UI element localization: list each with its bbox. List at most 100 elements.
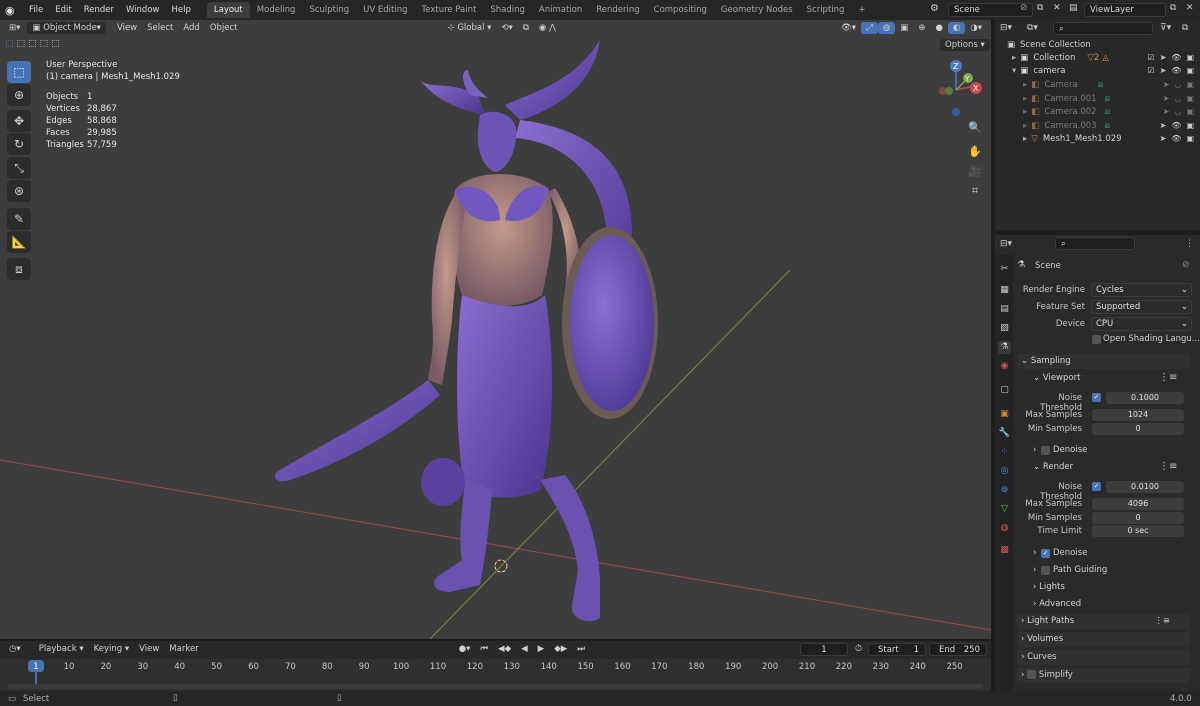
outliner-row-camera-0[interactable]: ▸ ◧ Camera ⧇ ➤ ◡ ▣	[995, 78, 1200, 91]
object-tab-icon[interactable]: ▣	[998, 408, 1011, 421]
end-frame-field[interactable]: End 250	[929, 643, 987, 656]
select-arrow-icon[interactable]: ➤	[1163, 80, 1170, 89]
cursor-tool-icon[interactable]: ⊕	[7, 84, 31, 106]
expand-icon[interactable]: ▸	[1023, 107, 1027, 117]
checkbox-icon[interactable]: ☑	[1147, 53, 1154, 62]
simplify-panel-header[interactable]: › Simplify	[1017, 668, 1190, 683]
select-arrow-icon[interactable]: ➤	[1163, 107, 1170, 116]
marker-menu[interactable]: Marker	[164, 643, 203, 655]
options-dropdown[interactable]: Options ▾	[940, 39, 990, 51]
menu-file[interactable]: File	[23, 5, 49, 15]
world-tab-icon[interactable]: ◉	[998, 360, 1011, 373]
expand-icon[interactable]: ▸	[1023, 94, 1027, 104]
tab-rendering[interactable]: Rendering	[589, 2, 646, 18]
navigation-gizmo[interactable]: Z Y X	[928, 58, 984, 120]
eye-closed-icon[interactable]: ◡	[1174, 80, 1181, 89]
blender-logo-icon[interactable]: ◉	[5, 4, 23, 17]
display-mode-icon[interactable]: ⧉▾	[1027, 23, 1038, 33]
r-min-samples-field[interactable]: 0	[1092, 512, 1184, 524]
material-tab-icon[interactable]: ◍	[998, 522, 1011, 535]
tab-uv-editing[interactable]: UV Editing	[356, 2, 414, 18]
jump-end-icon[interactable]: ⏭	[572, 643, 590, 655]
outliner-row-camera-001[interactable]: ▸ ◧ Camera.001 ⧇ ➤ ◡ ▣	[995, 92, 1200, 105]
output-tab-icon[interactable]: ▤	[998, 303, 1011, 316]
render-tab-icon[interactable]: ▦	[998, 284, 1011, 297]
start-frame-field[interactable]: Start 1	[868, 643, 926, 656]
delete-viewlayer-icon[interactable]: ✕	[1186, 3, 1194, 13]
advanced-subpanel[interactable]: › Advanced	[1033, 599, 1081, 609]
path-guiding-subpanel[interactable]: ›	[1033, 565, 1036, 575]
ortho-grid-icon[interactable]: ⌗	[964, 181, 986, 201]
r-noise-threshold-checkbox[interactable]: ✓	[1092, 482, 1101, 491]
shading-rendered-icon[interactable]: ◑▾	[965, 22, 987, 34]
pivot-icon[interactable]: ⟲▾	[496, 22, 517, 34]
menu-add[interactable]: Add	[178, 22, 204, 34]
shading-solid-icon[interactable]: ●	[930, 22, 947, 34]
view-layer-tab-icon[interactable]: ▧	[998, 322, 1011, 335]
play-icon[interactable]: ▶	[533, 643, 550, 655]
data-tab-icon[interactable]: ▽	[998, 503, 1011, 516]
select-arrow-icon[interactable]: ➤	[1160, 121, 1167, 130]
select-subtract-icon[interactable]: ⬚	[28, 39, 37, 49]
select-arrow-icon[interactable]: ➤	[1160, 134, 1167, 143]
vp-max-samples-field[interactable]: 1024	[1092, 409, 1184, 421]
tab-compositing[interactable]: Compositing	[647, 2, 714, 18]
physics-tab-icon[interactable]: ◎	[998, 465, 1011, 478]
expand-icon[interactable]: ▸	[1012, 53, 1016, 63]
expand-icon[interactable]: ▸	[1023, 134, 1027, 144]
properties-editor-icon[interactable]: ⊟▾	[1000, 239, 1012, 249]
path-guiding-checkbox[interactable]	[1041, 566, 1050, 575]
tab-scripting[interactable]: Scripting	[800, 2, 852, 18]
zoom-icon[interactable]: 🔍	[964, 117, 986, 137]
device-dropdown[interactable]: CPU ⌄	[1091, 317, 1192, 331]
sampling-panel-header[interactable]: ⌄ Sampling	[1017, 354, 1190, 369]
scene-icon[interactable]: ⚙	[930, 3, 942, 17]
new-viewlayer-icon[interactable]: ⧉	[1170, 3, 1176, 13]
vp-denoise-checkbox[interactable]	[1041, 446, 1050, 455]
add-workspace-button[interactable]: +	[851, 2, 872, 18]
timeline-editor-icon[interactable]: ◷▾	[4, 643, 26, 655]
render-subpanel-header[interactable]: ⌄ Render	[1033, 462, 1073, 472]
r-max-samples-field[interactable]: 4096	[1092, 498, 1184, 510]
expand-icon[interactable]: ▸	[1023, 80, 1027, 90]
constraints-tab-icon[interactable]: ⊚	[998, 484, 1011, 497]
delete-scene-icon[interactable]: ✕	[1053, 3, 1061, 13]
select-box-icon[interactable]: ⬚	[5, 39, 14, 49]
scale-tool-icon[interactable]: ⤡	[7, 157, 31, 179]
new-collection-icon[interactable]: ⧉	[1182, 23, 1188, 33]
eye-icon[interactable]: 👁	[1171, 53, 1181, 62]
vp-noise-threshold-field[interactable]: 0.1000	[1106, 392, 1184, 404]
r-denoise-subpanel[interactable]: ›	[1033, 548, 1036, 558]
pin-icon[interactable]: ⊘	[1020, 3, 1028, 13]
play-reverse-icon[interactable]: ◀	[516, 643, 533, 655]
tab-geometry-nodes[interactable]: Geometry Nodes	[714, 2, 800, 18]
outliner-search-input[interactable]: ⌕	[1053, 22, 1153, 35]
current-frame-field[interactable]: 1	[800, 643, 848, 656]
list-icon[interactable]: ⋮≡	[1159, 372, 1177, 383]
overlay-toggle-icon[interactable]: ◍	[877, 22, 896, 34]
viewlayer-field[interactable]: ViewLayer	[1084, 3, 1166, 17]
properties-search-input[interactable]: ⌕	[1055, 237, 1135, 250]
shading-material-icon[interactable]: ◐	[947, 22, 966, 34]
light-paths-panel-header[interactable]: › Light Paths ⋮≡	[1017, 614, 1190, 629]
outliner-row-camera[interactable]: ▾ ▣ camera ☑ ➤ 👁 ▣	[995, 64, 1200, 77]
time-limit-field[interactable]: 0 sec	[1092, 525, 1184, 537]
select-arrow-icon[interactable]: ➤	[1163, 94, 1170, 103]
gizmo-toggle-icon[interactable]: ⤢	[861, 22, 878, 34]
outliner-row-camera-003[interactable]: ▸ ◧ Camera.003 ⧇ ➤ 👁 ▣	[995, 119, 1200, 132]
measure-tool-icon[interactable]: 📐	[7, 231, 31, 253]
collapse-icon[interactable]: ▾	[1012, 66, 1016, 76]
collection-tab-icon[interactable]: ▢	[998, 384, 1011, 397]
texture-tab-icon[interactable]: ▩	[998, 544, 1011, 557]
viewlayer-icon[interactable]: ▤	[1069, 3, 1078, 13]
tab-layout[interactable]: Layout	[206, 2, 250, 18]
new-scene-icon[interactable]: ⧉	[1037, 3, 1043, 13]
render-engine-dropdown[interactable]: Cycles ⌄	[1091, 283, 1192, 297]
menu-help[interactable]: Help	[165, 5, 196, 15]
playback-menu[interactable]: Playback ▾	[34, 643, 89, 655]
eye-icon[interactable]: 👁	[1171, 66, 1181, 75]
tab-animation[interactable]: Animation	[532, 2, 589, 18]
move-tool-icon[interactable]: ✥	[7, 110, 31, 132]
eye-icon[interactable]: 👁	[1171, 134, 1181, 143]
list-icon[interactable]: ⋮≡	[1159, 461, 1177, 472]
